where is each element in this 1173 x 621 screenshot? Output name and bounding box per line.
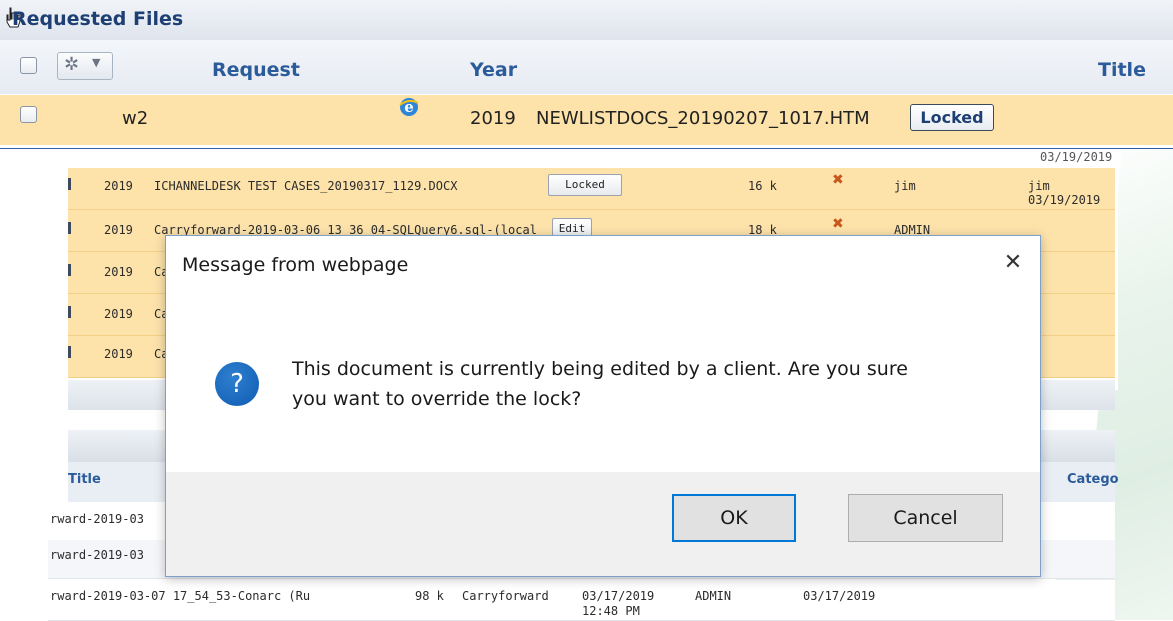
confirm-dialog: Message from webpage ✕ ? This document i…: [165, 235, 1041, 577]
close-icon[interactable]: ✕: [998, 248, 1028, 278]
row-date: 03/17/2019: [582, 589, 655, 603]
column-header-year[interactable]: Year: [470, 59, 517, 81]
locked-button[interactable]: Locked: [910, 104, 994, 131]
dialog-message-line: This document is currently being edited …: [292, 358, 908, 380]
column-header-title[interactable]: Title: [68, 472, 101, 487]
year-cell: 2019: [470, 108, 516, 129]
row-edge-marker: [68, 178, 71, 190]
requested-files-panel: Requested Files ✲ ▼ Request Year Title w…: [0, 0, 1173, 149]
dialog-title: Message from webpage: [182, 254, 409, 276]
row-checkbox[interactable]: [20, 106, 37, 123]
gear-icon: ✲: [64, 54, 80, 75]
row-user: ADMIN: [695, 589, 732, 603]
cancel-button[interactable]: Cancel: [848, 494, 1003, 542]
gear-menu-button[interactable]: ✲ ▼: [57, 52, 113, 80]
delete-x-icon[interactable]: ✖: [832, 172, 844, 188]
row-title[interactable]: rward-2019-03: [50, 512, 144, 526]
row-category: Carryforward: [462, 589, 549, 603]
row-title[interactable]: rward-2019-03: [50, 548, 144, 562]
select-all-checkbox[interactable]: [20, 57, 37, 74]
list-item-year: 2019: [104, 347, 133, 361]
dialog-message-line: you want to override the lock?: [292, 388, 582, 410]
row-time: 12:48 PM: [582, 604, 640, 618]
table-header: [0, 40, 1173, 94]
row-title[interactable]: rward-2019-03-07 17_54_53-Conarc (Ru: [50, 589, 310, 603]
delete-x-icon[interactable]: ✖: [832, 216, 844, 232]
filename-cell[interactable]: NEWLISTDOCS_20190207_1017.HTM: [536, 108, 870, 129]
dialog-message: This document is currently being edited …: [292, 354, 992, 414]
request-cell: w2: [122, 108, 149, 129]
ie-icon[interactable]: e: [398, 96, 420, 118]
column-header-category[interactable]: Catego: [1067, 472, 1119, 487]
list-item-year: 2019: [104, 179, 133, 193]
locked-button[interactable]: Locked: [548, 174, 622, 196]
column-header-request[interactable]: Request: [212, 59, 300, 81]
list-item-year: 2019: [104, 265, 133, 279]
row-edge-marker: [68, 306, 71, 318]
list-item-size: 16 k: [748, 179, 777, 193]
column-header-title[interactable]: Title: [1098, 59, 1146, 81]
row-edge-marker: [68, 346, 71, 358]
dialog-footer: OK Cancel: [166, 472, 1040, 576]
list-item-year: 2019: [104, 307, 133, 321]
list-item-title[interactable]: ICHANNELDESK TEST CASES_20190317_1129.DO…: [154, 179, 457, 193]
row-edge-marker: [68, 222, 71, 234]
row-modified: 03/17/2019: [803, 589, 876, 603]
row-size: 98 k: [415, 589, 444, 603]
partial-date: 03/19/2019: [1040, 150, 1113, 164]
list-item-user: jim: [894, 179, 916, 193]
row-edge-marker: [68, 264, 71, 276]
list-item-modified-by: jim: [1028, 179, 1050, 193]
panel-title: Requested Files: [12, 8, 184, 30]
panel-title-bar: Requested Files: [0, 0, 1173, 41]
caret-down-icon: ▼: [92, 56, 101, 69]
list-item-year: 2019: [104, 223, 133, 237]
question-icon: ?: [215, 362, 259, 406]
list-item-modified-date: 03/19/2019: [1028, 193, 1101, 207]
ok-button[interactable]: OK: [672, 494, 796, 542]
